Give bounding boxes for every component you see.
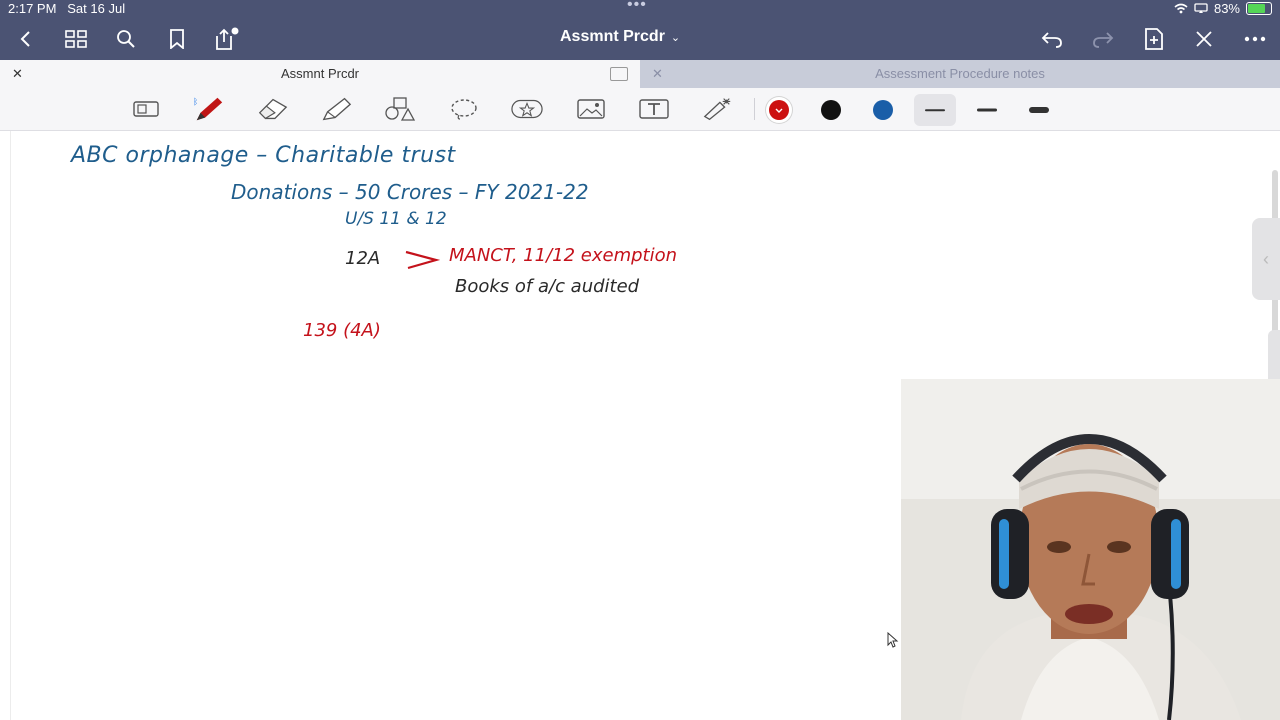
note-line-6: 139 (4A) [303,320,381,341]
split-view-icon[interactable] [610,67,628,81]
lasso-icon[interactable] [448,94,480,124]
stroke-thin[interactable] [914,94,956,126]
note-line-1: ABC orphanage – Charitable trust [71,143,456,168]
page-thumbnails-handle[interactable]: ‹ [1252,218,1280,300]
redo-icon[interactable] [1088,25,1118,53]
tab-assmnt-prcdr[interactable]: ✕ Assmnt Prcdr [0,60,640,88]
pen-icon[interactable]: ᛒ [193,94,225,124]
note-line-3: U/S 11 & 12 [345,209,447,229]
sticker-icon[interactable] [511,94,543,124]
grid-view-icon[interactable] [61,25,91,53]
color-swatch-blue[interactable] [873,100,893,120]
chevron-left-icon: ‹ [1263,248,1269,269]
laser-pointer-icon[interactable] [702,94,734,124]
eraser-icon[interactable] [257,94,289,124]
status-time: 2:17 PM Sat 16 Jul [8,1,126,16]
mouse-cursor-icon [887,632,899,648]
note-line-4-text: MANCT, 11/12 exemption [449,245,678,266]
note-line-2: Donations – 50 Crores – FY 2021-22 [231,180,589,204]
image-icon[interactable] [575,94,607,124]
shapes-icon[interactable] [384,94,416,124]
screen-mirror-icon [1194,3,1208,13]
drawing-toolbar: ᛒ [0,88,1280,131]
svg-text:ᛒ: ᛒ [193,96,198,106]
stroke-thick[interactable] [1018,94,1060,126]
multitask-dots-icon[interactable]: ••• [627,0,647,14]
navigation-bar: Assmnt Prcdr ⌄ [0,18,1280,60]
tab-assessment-procedure-notes[interactable]: ✕ Assessment Procedure notes [640,60,1280,88]
document-title[interactable]: Assmnt Prcdr ⌄ [560,28,680,46]
undo-icon[interactable] [1037,25,1067,53]
battery-icon [1246,2,1272,15]
bookmark-icon[interactable] [162,25,192,53]
status-right: 83% [1174,1,1272,16]
back-icon[interactable] [10,25,40,53]
search-icon[interactable] [111,25,141,53]
presenter-video-image [901,379,1280,720]
note-line-4-label: 12A [345,248,381,269]
tab-bar: ✕ Assmnt Prcdr ✕ Assessment Procedure no… [0,60,1280,88]
toolbar-divider [754,98,755,120]
status-date: Sat 16 Jul [67,1,126,16]
status-bar: 2:17 PM Sat 16 Jul ••• 83% [0,0,1280,18]
color-swatch-red[interactable] [769,100,789,120]
webcam-overlay [901,379,1280,720]
share-icon[interactable] [211,25,241,53]
chevron-down-icon: ⌄ [670,32,681,44]
highlighter-icon[interactable] [321,94,353,124]
note-line-5: Books of a/c audited [455,276,640,297]
stroke-medium[interactable] [966,94,1008,126]
page-layout-icon[interactable] [130,94,162,124]
wifi-icon [1174,3,1188,14]
text-icon[interactable] [638,94,670,124]
battery-percent: 83% [1213,1,1240,16]
close-pen-mode-icon[interactable] [1189,25,1219,53]
add-page-icon[interactable] [1139,25,1169,53]
more-options-icon[interactable] [1240,25,1270,53]
greater-than-mark [405,250,440,270]
color-swatch-black[interactable] [821,100,841,120]
